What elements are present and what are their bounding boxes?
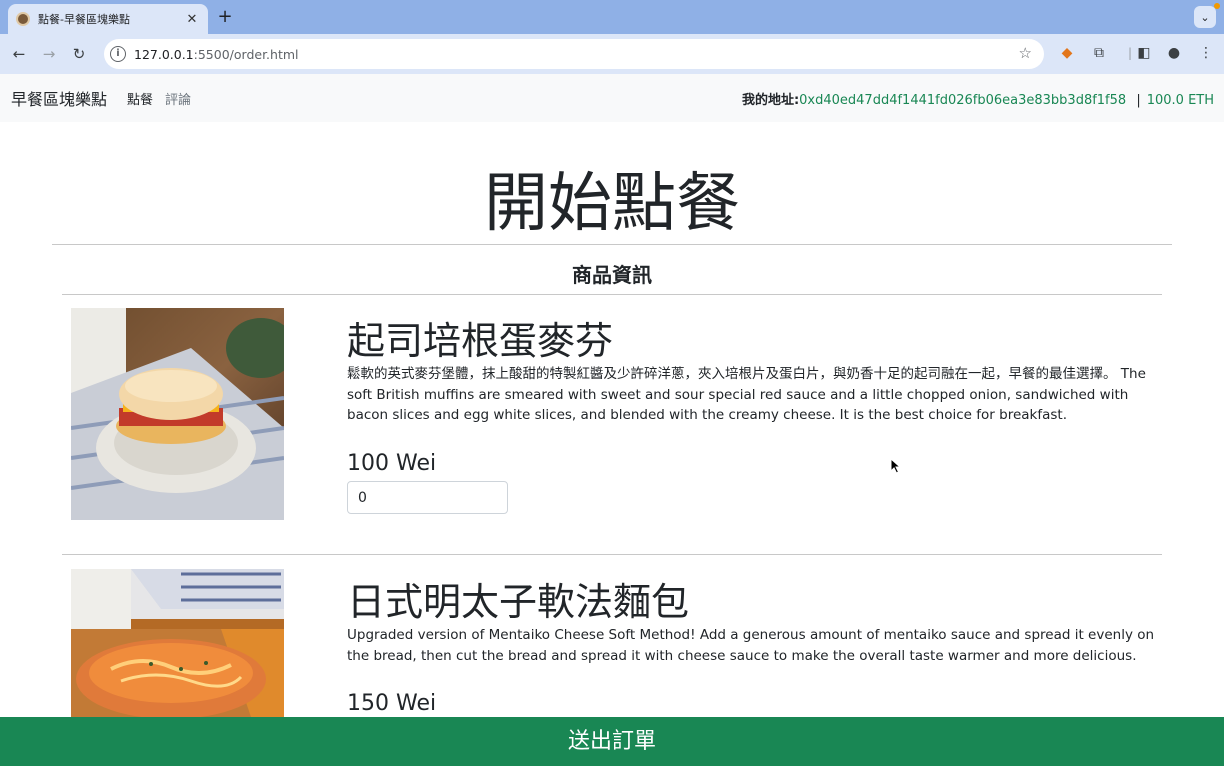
quantity-input[interactable] bbox=[347, 481, 508, 514]
tab-search-button[interactable]: ⌄ bbox=[1194, 6, 1216, 28]
address-bar[interactable]: i 127.0.0.1:5500/order.html ☆ bbox=[104, 39, 1044, 69]
browser-tab[interactable]: 點餐-早餐區塊樂點 ✕ bbox=[8, 4, 208, 34]
url-text: 127.0.0.1:5500/order.html bbox=[134, 47, 299, 62]
product-name: 日式明太子軟法麵包 bbox=[347, 580, 690, 624]
mouse-cursor-icon bbox=[890, 458, 902, 474]
divider bbox=[62, 294, 1162, 295]
wallet-address: 0xd40ed47dd4f1441fd026fb06ea3e83bb3d8f1f… bbox=[799, 93, 1127, 108]
product-name: 起司培根蛋麥芬 bbox=[347, 319, 614, 363]
forward-button[interactable]: → bbox=[38, 43, 60, 65]
site-favicon-icon bbox=[16, 12, 30, 26]
back-arrow-icon: ← bbox=[12, 45, 26, 63]
site-navbar: 早餐區塊樂點 點餐 評論 我的地址:0xd40ed47dd4f1441fd026… bbox=[0, 74, 1224, 122]
more-menu-icon[interactable]: ⋮ bbox=[1196, 43, 1216, 63]
side-panel-icon[interactable]: ◧ bbox=[1134, 43, 1154, 63]
submit-order-button[interactable]: 送出訂單 bbox=[0, 717, 1224, 766]
brand-logo-text[interactable]: 早餐區塊樂點 bbox=[11, 86, 107, 110]
product-description: Upgraded version of Mentaiko Cheese Soft… bbox=[347, 627, 1155, 664]
notification-dot bbox=[1214, 3, 1220, 9]
product-price: 100 Wei bbox=[347, 451, 437, 476]
reload-icon: ↻ bbox=[72, 45, 86, 63]
nav-link-order[interactable]: 點餐 bbox=[127, 89, 153, 108]
divider bbox=[62, 554, 1162, 555]
url-path: :5500/order.html bbox=[193, 46, 299, 62]
address-separator: | bbox=[1136, 93, 1141, 108]
wallet-info: 我的地址:0xd40ed47dd4f1441fd026fb06ea3e83bb3… bbox=[742, 89, 1214, 108]
browser-tab-bar: 點餐-早餐區塊樂點 ✕ + ⌄ bbox=[0, 0, 1224, 34]
divider bbox=[52, 244, 1172, 245]
product-price: 150 Wei bbox=[347, 691, 437, 716]
nav-link-review[interactable]: 評論 bbox=[165, 89, 191, 108]
metamask-fox-icon[interactable]: ◆ bbox=[1057, 43, 1077, 63]
reload-button[interactable]: ↻ bbox=[68, 43, 90, 65]
chevron-down-icon: ⌄ bbox=[1200, 10, 1210, 24]
address-label: 我的地址: bbox=[741, 93, 800, 108]
back-button[interactable]: ← bbox=[8, 43, 30, 65]
new-tab-button[interactable]: + bbox=[216, 6, 234, 27]
extensions-puzzle-icon[interactable]: ⧉ bbox=[1089, 43, 1109, 63]
wallet-balance: 100.0 ETH bbox=[1146, 93, 1214, 108]
section-title: 商品資訊 bbox=[572, 263, 652, 287]
product-image-mentaiko-bread bbox=[71, 569, 284, 717]
bookmark-star-icon[interactable]: ☆ bbox=[1019, 44, 1032, 62]
product-image-muffin bbox=[71, 308, 284, 520]
browser-toolbar: ← → ↻ i 127.0.0.1:5500/order.html ☆ ◆ ⧉ … bbox=[0, 34, 1224, 74]
page-title: 開始點餐 bbox=[484, 167, 740, 241]
site-info-icon[interactable]: i bbox=[110, 46, 126, 62]
product-description: 鬆軟的英式麥芬堡體，抹上酸甜的特製紅醬及少許碎洋蔥，夾入培根片及蛋白片，與奶香十… bbox=[347, 366, 1146, 423]
tab-close-icon[interactable]: ✕ bbox=[184, 12, 200, 27]
profile-avatar-icon[interactable]: ● bbox=[1164, 43, 1184, 63]
url-host: 127.0.0.1 bbox=[134, 46, 194, 62]
forward-arrow-icon: → bbox=[42, 45, 56, 63]
tab-title: 點餐-早餐區塊樂點 bbox=[38, 13, 130, 26]
